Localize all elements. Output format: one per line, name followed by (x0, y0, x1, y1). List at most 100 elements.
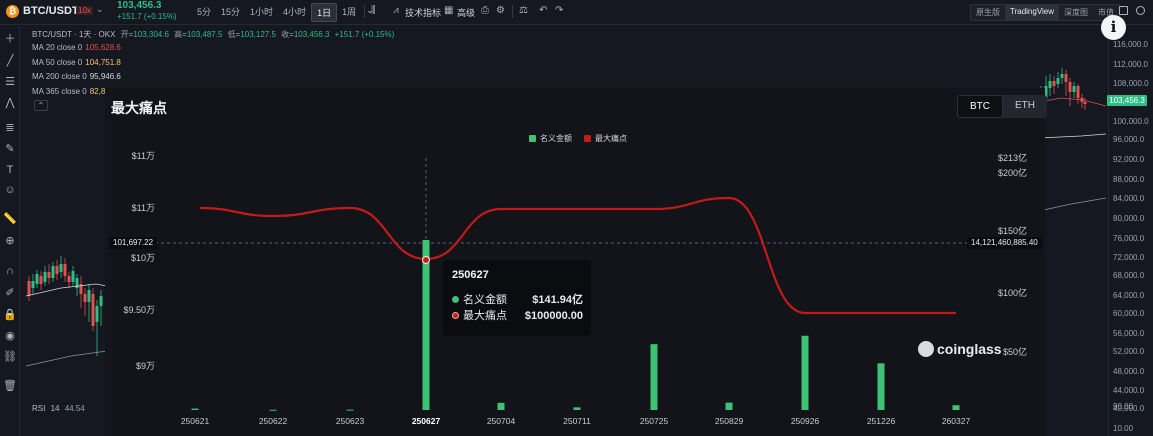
zoom-in-icon[interactable]: ⊕ (3, 234, 17, 248)
right-axis-tick: $213亿 (998, 152, 1027, 163)
price-axis-tick: 116,000.0 (1113, 40, 1148, 49)
x-tick-label: 250725 (640, 416, 669, 426)
fib-icon[interactable]: ≣ (3, 121, 17, 135)
interval-tabs: 5分 15分 1小时 4小时 1日 1周 ⌄ (192, 3, 379, 22)
text-icon[interactable]: T (3, 163, 17, 177)
lock-draw-icon[interactable]: ✐ (3, 286, 17, 300)
snapshot-icon[interactable]: ⎙ (481, 5, 489, 16)
ma-legend-row[interactable]: MA 365 close 0 82,8 (32, 87, 105, 96)
bar-250627[interactable] (422, 240, 430, 410)
bar-251226[interactable] (877, 363, 885, 410)
price-axis-tick: 90.00 (1113, 402, 1134, 411)
toolbar-divider (364, 5, 365, 18)
candle-body (1048, 81, 1052, 88)
candle-body (83, 294, 87, 302)
rsi-value: 44.54 (64, 404, 85, 413)
leverage-badge: 10x (76, 6, 93, 15)
right-axis-tick: $150亿 (998, 225, 1027, 236)
view-tab[interactable]: TradingView (1005, 5, 1060, 20)
btc-coin-icon: ₿ (6, 5, 19, 18)
chevron-down-icon[interactable]: ⌄ (96, 4, 104, 15)
compare-icon[interactable]: ⚖ (519, 5, 528, 16)
ma-line (1038, 197, 1106, 212)
crosshair-icon[interactable]: ＋ (3, 32, 17, 46)
tooltip-label: 最大痛点 (463, 310, 507, 322)
max-pain-point[interactable] (421, 255, 431, 265)
ruler-icon[interactable]: 📏 (3, 212, 17, 226)
ma-value: 95,946.6 (89, 72, 121, 81)
interval-tab[interactable]: 4小时 (278, 3, 311, 22)
indicators-icon[interactable]: ⩘ (393, 5, 399, 16)
horizontal-lines-icon[interactable]: ☰ (3, 75, 17, 89)
bar-250623[interactable] (346, 409, 354, 411)
symbol-name[interactable]: BTC/USDT (23, 5, 79, 17)
brush-icon[interactable]: ✎ (3, 142, 17, 156)
right-axis-tick: $50亿 (1003, 346, 1027, 357)
candle-body (47, 272, 51, 278)
tooltip-date: 250627 (452, 269, 489, 281)
candle-body (1072, 86, 1076, 92)
price-axis-tick: 80,000.0 (1113, 214, 1145, 223)
bar-250622[interactable] (269, 409, 277, 411)
view-tab[interactable]: 深度图 (1059, 5, 1093, 20)
bar-250711[interactable] (573, 407, 581, 410)
ma-value: 105,628.6 (85, 43, 121, 52)
layout-icon[interactable]: ▦ (444, 5, 453, 16)
ma-label: MA 20 close 0 (32, 43, 83, 52)
ma-legend-row[interactable]: MA 20 close 0 105,628.6 (32, 43, 121, 52)
ma-legend-row[interactable]: MA 50 close 0 104,751.8 (32, 58, 121, 67)
redo-icon[interactable]: ↷ (555, 5, 563, 16)
candle-body (91, 294, 95, 326)
trash-icon[interactable]: 🗑 (3, 379, 17, 393)
price-axis-tick: 56,000.0 (1113, 329, 1145, 338)
ma-legend-row[interactable]: MA 200 close 0 95,946.6 (32, 72, 121, 81)
candle-body (51, 266, 55, 278)
candle-type-icon[interactable]: ⫼ (371, 5, 376, 16)
gear-icon[interactable]: ⚙ (496, 5, 505, 16)
tooltip-dot-green (452, 296, 459, 303)
close-value: 103,456.3 (293, 30, 330, 39)
x-tick-label: 250627 (412, 416, 441, 426)
collapse-legend-button[interactable]: ⌃ (34, 100, 48, 111)
interval-tab[interactable]: 5分 (192, 3, 216, 22)
eye-icon[interactable]: ◉ (3, 329, 17, 343)
emoji-icon[interactable]: ☺ (3, 183, 17, 197)
link-icon[interactable]: ⛓ (3, 350, 17, 364)
price-axis-tick: 64,000.0 (1113, 291, 1145, 300)
indicators-button[interactable]: 技术指标 (405, 6, 441, 19)
bar-250704[interactable] (497, 402, 505, 410)
view-tab[interactable]: 原生版 (971, 5, 1005, 20)
interval-tab[interactable]: 15分 (216, 3, 245, 22)
bar-250621[interactable] (191, 408, 199, 410)
bar-260327[interactable] (952, 405, 960, 410)
undo-icon[interactable]: ↶ (539, 5, 547, 16)
price-axis-tick: 52,000.0 (1113, 347, 1145, 356)
low-value: 103,127.5 (240, 30, 276, 39)
interval-tab[interactable]: 1周 (337, 3, 361, 22)
info-icon[interactable]: i (1101, 15, 1126, 40)
left-axis-tick: $9万 (136, 361, 155, 371)
bar-250926[interactable] (801, 335, 809, 410)
header-change: +151.7 (+0.15%) (334, 30, 395, 39)
trend-line-icon[interactable]: ╱ (3, 54, 17, 68)
bar-250829[interactable] (725, 402, 733, 410)
price-axis-tick: 88,000.0 (1113, 175, 1145, 184)
view-switch: 原生版 TradingView 深度图 市值 (970, 4, 1121, 21)
low-label: 低= (227, 30, 241, 39)
price-axis[interactable]: 116,000.0 112,000.0 108,000.0 100,000.0 96,0… (1108, 26, 1153, 436)
interval-tab[interactable]: 1小时 (245, 3, 278, 22)
tooltip-row-notional: 名义金额 $141.94亿 (452, 291, 587, 307)
pattern-icon[interactable]: ⋀ (3, 96, 17, 110)
window-icon[interactable] (1119, 6, 1128, 15)
price-axis-tick: 48,000.0 (1113, 367, 1145, 376)
advanced-button[interactable]: 高级 (457, 6, 475, 19)
lock-icon[interactable]: 🔒 (3, 308, 17, 322)
magnet-icon[interactable]: ∩ (3, 264, 17, 278)
current-price-tag: 103,456.3 (1107, 95, 1147, 106)
candle-body (43, 272, 47, 282)
crosshair-right-label: 14,121,460,885.40 (967, 237, 1042, 249)
candle-body (1056, 78, 1060, 84)
settings-dot-icon[interactable] (1136, 6, 1145, 15)
bar-250725[interactable] (650, 344, 658, 410)
interval-tab[interactable]: 1日 (311, 3, 338, 22)
